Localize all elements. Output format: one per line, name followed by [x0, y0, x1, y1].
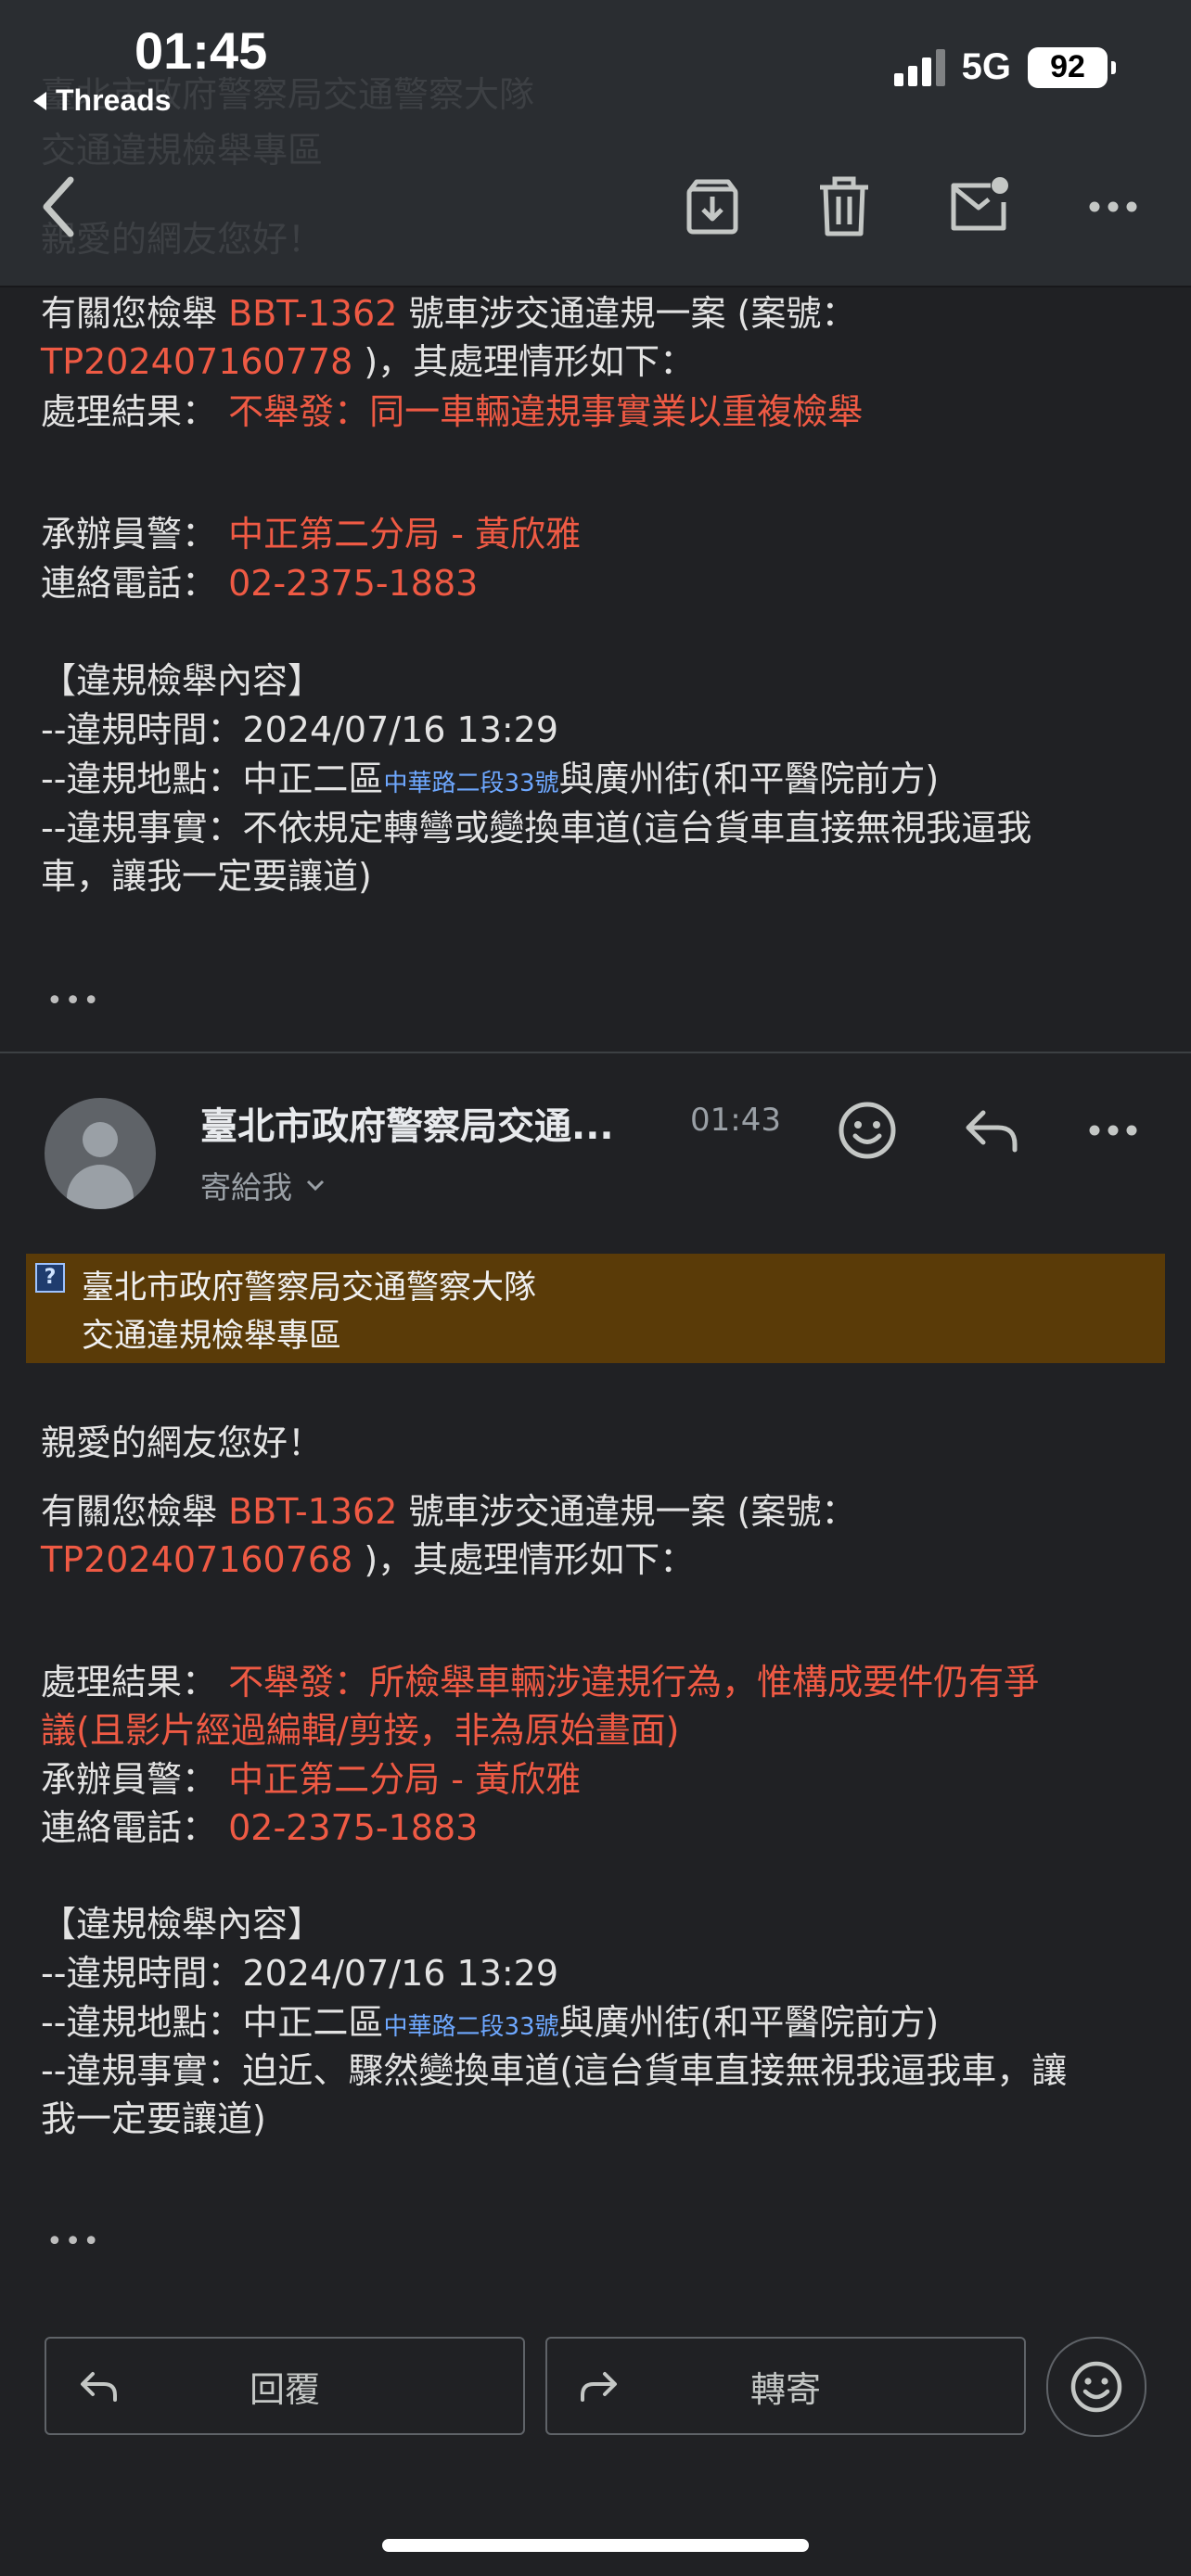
back-app-label: Threads	[56, 83, 172, 117]
msg2-section-title: 【違規檢舉內容】	[41, 1904, 324, 1945]
network-type: 5G	[961, 46, 1011, 87]
back-triangle-icon	[33, 91, 46, 110]
back-arrow-icon[interactable]	[39, 174, 76, 243]
msg1-intro-line-2: TP202407160778 )，其處理情形如下：	[41, 341, 696, 382]
banner-line-1: 臺北市政府警察局交通警察大隊	[82, 1269, 537, 1307]
msg2-greeting: 親愛的網友您好！	[41, 1422, 324, 1463]
trash-icon[interactable]	[816, 176, 872, 241]
msg2-officer: 承辦員警： 中正第二分局 - 黃欣雅	[41, 1759, 581, 1800]
msg1-section-title: 【違規檢舉內容】	[41, 660, 324, 701]
status-time: 01:45	[134, 21, 268, 80]
archive-icon[interactable]	[682, 176, 743, 241]
msg2-violation-fact-2: 我一定要讓道)	[41, 2098, 266, 2139]
msg1-result: 處理結果： 不舉發：同一車輛違規事實業以重複檢舉	[41, 391, 864, 432]
msg1-violation-time: --違規時間：2024/07/16 13:29	[41, 709, 559, 750]
msg2-violation-time: --違規時間：2024/07/16 13:29	[41, 1953, 559, 1994]
emoji-react-button[interactable]	[1046, 2337, 1146, 2437]
msg2-show-trimmed-button[interactable]: •••	[46, 2225, 101, 2258]
message-more-icon[interactable]	[1085, 1100, 1141, 1165]
reply-icon[interactable]	[961, 1100, 1022, 1165]
msg1-phone[interactable]: 連絡電話： 02-2375-1883	[41, 559, 478, 607]
msg1-officer: 承辦員警： 中正第二分局 - 黃欣雅	[41, 514, 581, 555]
top-app-bar: 臺北市政府警察局交通警察大隊 交通違規檢舉專區 親愛的網友您好！ 01:45 T…	[0, 0, 1191, 286]
msg2-intro-line-2: TP202407160768 )，其處理情形如下：	[41, 1539, 696, 1580]
mark-unread-icon[interactable]	[948, 176, 1013, 241]
sender-avatar[interactable]	[45, 1098, 156, 1209]
ghost-line-2: 交通違規檢舉專區	[41, 130, 324, 171]
msg1-violation-fact-2: 車，讓我一定要讓道)	[41, 856, 372, 897]
status-indicators: 5G 92	[893, 46, 1116, 88]
battery-level: 92	[1050, 49, 1085, 84]
smiley-icon	[1070, 2361, 1122, 2413]
msg2-intro-line-1: 有關您檢舉 BBT-1362 號車涉交通違規一案 (案號：	[41, 1491, 857, 1532]
msg2-violation-place: --違規地點：中正二區中華路二段33號與廣州街(和平醫院前方)	[41, 2002, 940, 2043]
msg2-violation-fact-1: --違規事實：迫近、驟然變換車道(這台貨車直接無視我逼我車，讓	[41, 2050, 1068, 2091]
msg1-plate: BBT-1362	[228, 293, 398, 334]
ghost-greeting: 親愛的網友您好！	[41, 219, 324, 260]
msg2-result-line-1: 處理結果： 不舉發：所檢舉車輛涉違規行為，惟構成要件仍有爭	[41, 1662, 1040, 1702]
msg1-violation-place: --違規地點：中正二區中華路二段33號與廣州街(和平醫院前方)	[41, 759, 940, 799]
msg1-violation-fact-1: --違規事實：不依規定轉彎或變換車道(這台貨車直接無視我逼我	[41, 808, 1032, 848]
recipient-toggle[interactable]: 寄給我	[200, 1163, 326, 1207]
msg2-phone[interactable]: 連絡電話： 02-2375-1883	[41, 1804, 478, 1852]
message-time: 01:43	[690, 1102, 781, 1139]
msg1-case-number: TP202407160778	[41, 341, 353, 382]
emoji-reaction-icon[interactable]	[837, 1100, 898, 1165]
cellular-signal-icon	[893, 48, 945, 86]
msg2-plate: BBT-1362	[228, 1491, 398, 1532]
email-screen: 臺北市政府警察局交通警察大隊 交通違規檢舉專區 親愛的網友您好！ 01:45 T…	[0, 0, 1191, 2576]
msg1-intro-line-1: 有關您檢舉 BBT-1362 號車涉交通違規一案 (案號：	[41, 293, 857, 334]
banner-line-2: 交通違規檢舉專區	[82, 1318, 342, 1355]
sender-name[interactable]: 臺北市政府警察局交通...	[200, 1096, 614, 1150]
msg2-address-link[interactable]: 中華路二段33號	[383, 2013, 558, 2041]
msg1-show-trimmed-button[interactable]: •••	[46, 985, 101, 1017]
battery-icon: 92	[1028, 46, 1116, 88]
broken-image-icon: ?	[35, 1263, 65, 1293]
msg2-result-line-2: 議(且影片經過編輯/剪接，非為原始畫面)	[41, 1710, 680, 1751]
msg2-case-number: TP202407160768	[41, 1539, 353, 1580]
reply-label: 回覆	[249, 2368, 320, 2410]
more-horizontal-icon[interactable]	[1085, 176, 1141, 241]
msg1-address-link[interactable]: 中華路二段33號	[383, 770, 558, 797]
reply-button[interactable]: 回覆	[45, 2337, 525, 2435]
chevron-down-icon	[306, 1180, 325, 1192]
forward-label: 轉寄	[749, 2368, 821, 2410]
home-indicator[interactable]	[382, 2539, 809, 2552]
back-to-app-link[interactable]: Threads	[33, 83, 171, 118]
header-banner: ? 臺北市政府警察局交通警察大隊 交通違規檢舉專區	[26, 1254, 1165, 1363]
message-divider	[0, 1052, 1191, 1053]
forward-button[interactable]: 轉寄	[545, 2337, 1026, 2435]
recipient-label: 寄給我	[200, 1169, 292, 1205]
